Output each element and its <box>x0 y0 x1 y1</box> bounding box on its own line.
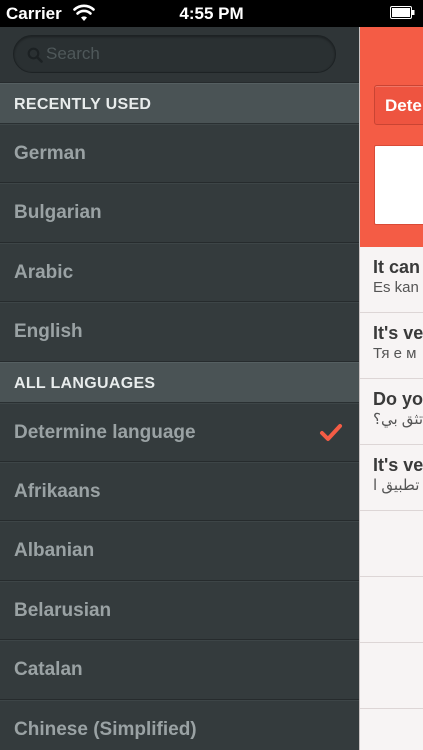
language-item-afrikaans[interactable]: Afrikaans <box>0 461 359 522</box>
section-header-recent: RECENTLY USED <box>0 83 359 124</box>
search-box[interactable] <box>13 35 336 73</box>
history-translation: Es kan <box>373 279 419 296</box>
language-label: Catalan <box>14 659 83 681</box>
history-source: Do yo <box>373 389 423 409</box>
language-label: Belarusian <box>14 599 112 621</box>
language-item-belarusian[interactable]: Belarusian <box>0 580 359 641</box>
language-sidebar: RECENTLY USED German Bulgarian Arabic En… <box>0 27 359 750</box>
history-source: It can <box>373 257 421 277</box>
status-time: 4:55 PM <box>179 4 244 23</box>
language-item-chinese-simplified[interactable]: Chinese (Simplified) <box>0 699 359 750</box>
history-item[interactable]: Do yo تثق بي؟ <box>360 379 423 445</box>
language-label: Determine language <box>14 421 196 443</box>
history-empty-row <box>360 511 423 577</box>
language-label: Afrikaans <box>14 480 101 502</box>
language-label: English <box>14 321 83 343</box>
history-empty-row <box>360 577 423 643</box>
language-label: Bulgarian <box>14 202 102 224</box>
history-translation: تثق بي؟ <box>373 411 423 428</box>
section-header-all: ALL LANGUAGES <box>0 361 359 403</box>
history-list: It can Es kan It's ve Тя е м Do yo تثق ب… <box>360 247 423 709</box>
history-source: It's ve <box>373 323 423 343</box>
language-label: German <box>14 143 86 164</box>
language-item-english[interactable]: English <box>0 302 359 362</box>
history-item[interactable]: It can Es kan <box>360 247 423 313</box>
language-item-german[interactable]: German <box>0 124 359 184</box>
language-item-catalan[interactable]: Catalan <box>0 640 359 700</box>
language-item-bulgarian[interactable]: Bulgarian <box>0 183 359 243</box>
checkmark-icon <box>320 423 342 441</box>
history-item[interactable]: It's ve تطبيق ا <box>360 445 423 511</box>
status-bar: Carrier 4:55 PM <box>0 0 423 27</box>
language-item-albanian[interactable]: Albanian <box>0 521 359 581</box>
history-translation: تطبيق ا <box>373 477 420 494</box>
translation-text-input[interactable] <box>374 145 423 225</box>
language-select-button[interactable]: Dete <box>374 85 423 125</box>
history-item[interactable]: It's ve Тя е м <box>360 313 423 379</box>
history-translation: Тя е м <box>373 345 417 362</box>
language-item-arabic[interactable]: Arabic <box>0 242 359 303</box>
language-label: Albanian <box>14 540 95 562</box>
history-source: It's ve <box>373 455 423 475</box>
search-input[interactable] <box>46 42 326 66</box>
history-empty-row <box>360 643 423 709</box>
search-icon <box>27 47 43 63</box>
language-item-determine[interactable]: Determine language <box>0 402 359 462</box>
language-label: Chinese (Simplified) <box>14 718 197 740</box>
battery-icon <box>390 6 415 19</box>
language-label: Arabic <box>14 261 74 283</box>
search-area <box>0 27 359 83</box>
translator-header: Dete <box>360 27 423 247</box>
translator-main-panel[interactable]: Dete It can Es kan It's ve Тя е м Do yo … <box>359 27 423 750</box>
